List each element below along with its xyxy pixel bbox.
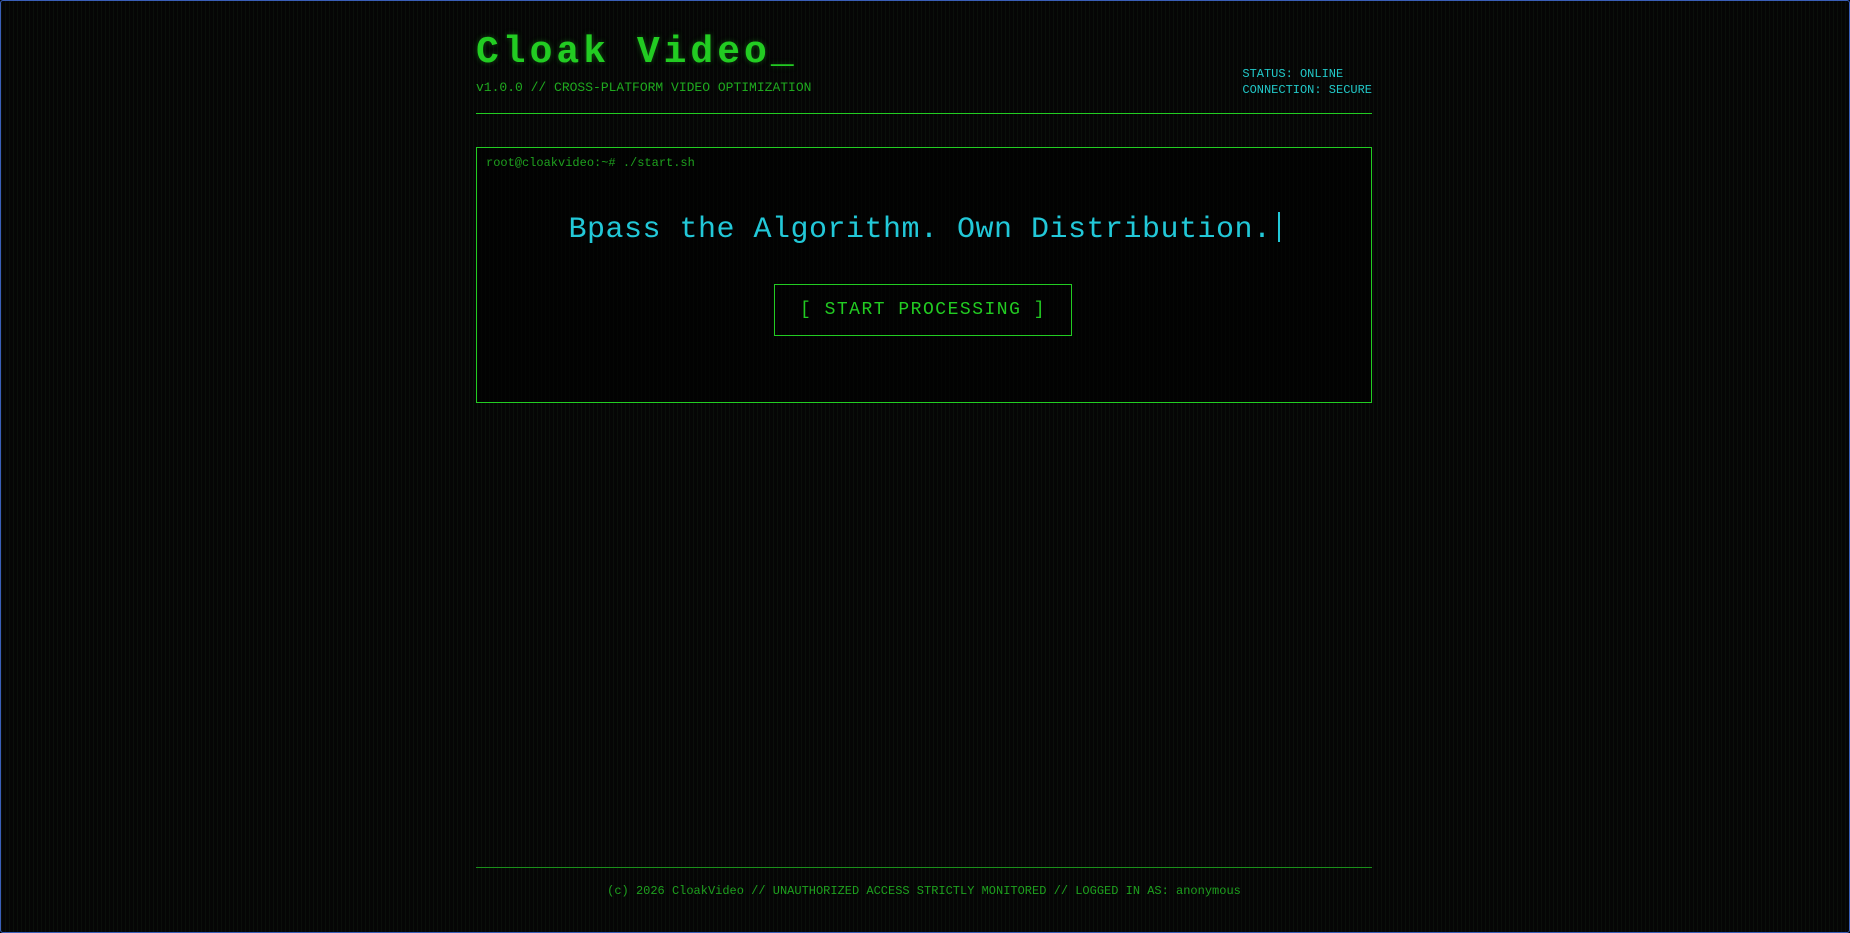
brand-title: Cloak Video_: [476, 31, 798, 74]
terminal-prompt: root@cloakvideo:~# ./start.sh: [486, 156, 695, 170]
headline: Bpass the Algorithm. Own Distribution.: [477, 212, 1371, 247]
headline-text: Bpass the Algorithm. Own Distribution.: [568, 213, 1272, 247]
header-divider: [476, 113, 1372, 114]
text-cursor: [1277, 212, 1280, 242]
main-container: Cloak Video_ v1.0.0 // CROSS-PLATFORM VI…: [476, 1, 1372, 932]
status-online: STATUS: ONLINE: [1242, 67, 1344, 81]
connection-status: CONNECTION: SECURE: [1242, 83, 1372, 97]
brand-subtitle: v1.0.0 // CROSS-PLATFORM VIDEO OPTIMIZAT…: [476, 80, 812, 95]
footer-text: (c) 2026 CloakVideo // UNAUTHORIZED ACCE…: [607, 884, 1241, 898]
start-processing-button[interactable]: [ START PROCESSING ]: [774, 284, 1072, 336]
app-window: Cloak Video_ v1.0.0 // CROSS-PLATFORM VI…: [0, 0, 1850, 933]
footer-divider: [476, 867, 1372, 868]
terminal-panel: root@cloakvideo:~# ./start.sh Bpass the …: [476, 147, 1372, 403]
status-block: STATUS: ONLINE CONNECTION: SECURE: [1242, 66, 1372, 98]
